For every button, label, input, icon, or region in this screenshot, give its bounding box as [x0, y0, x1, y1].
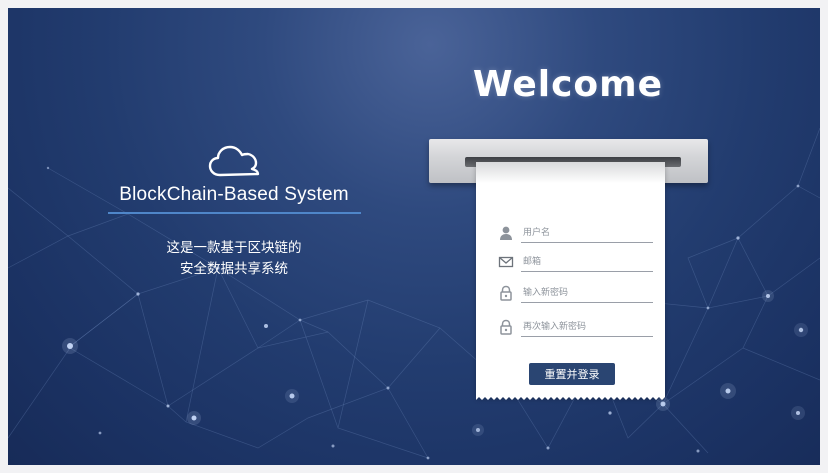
username-field [498, 224, 653, 244]
brand-description-line-2: 安全数据共享系统 [180, 261, 288, 277]
email-input[interactable] [521, 253, 653, 272]
user-icon [500, 226, 512, 240]
brand-title-underline [108, 212, 361, 214]
paper-torn-edge [476, 395, 665, 400]
brand-description: 这是一款基于区块链的 安全数据共享系统 [104, 238, 364, 280]
lock-icon [500, 285, 512, 301]
lock-icon [500, 319, 512, 335]
welcome-heading: Welcome [472, 64, 664, 105]
cloud-icon [208, 145, 260, 177]
new-password-field [498, 284, 653, 304]
network-background-graphic [8, 127, 820, 460]
confirm-password-input[interactable] [521, 318, 653, 337]
new-password-input[interactable] [521, 284, 653, 303]
username-input[interactable] [521, 224, 653, 243]
reset-and-login-button[interactable]: 重置并登录 [529, 363, 615, 385]
brand-description-line-1: 这是一款基于区块链的 [166, 240, 302, 256]
email-field [498, 253, 653, 273]
brand-title: BlockChain-Based System [119, 184, 349, 205]
login-background: BlockChain-Based System 这是一款基于区块链的 安全数据共… [8, 8, 820, 465]
reset-password-form: 重置并登录 [476, 162, 665, 400]
confirm-password-field [498, 318, 653, 338]
envelope-icon [498, 256, 514, 268]
